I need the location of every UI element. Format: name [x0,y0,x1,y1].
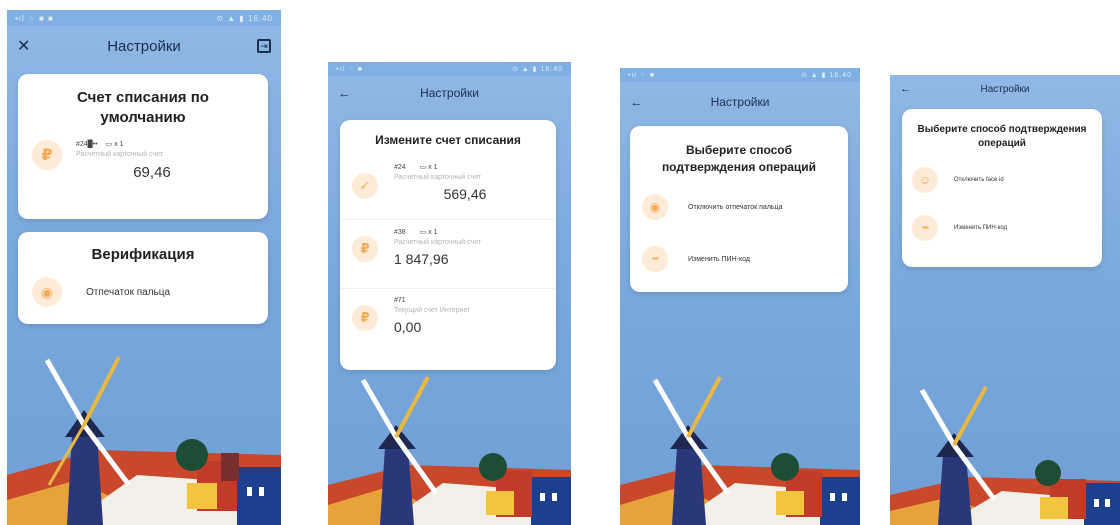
default-account-card[interactable]: Счет списания по умолчанию ₽ #24█•• ▭ x … [18,74,268,219]
windmill-illustration [328,376,571,525]
account-amount: 69,46 [133,164,171,181]
confirm-method-card: Выберите способ подтверждения операций ◉… [630,126,848,292]
cards-count: x 1 [114,141,124,148]
account-type: Расчетный карточный счет [394,174,482,181]
option-label: Отпечаток пальца [86,286,171,298]
screen-confirm-method-faceid: ← Настройки Выберите способ подтверждени… [890,75,1120,525]
card-title: Выберите способ подтверждения операций [661,143,817,174]
pin-option[interactable]: •••• Изменить ПИН-код [630,220,848,272]
status-right: ⊙ ▲ ▮ 16:40 [801,72,852,79]
account-number: #38 [394,229,406,236]
face-id-icon: ☺ [912,167,938,193]
ruble-icon: ₽ [32,140,62,170]
card-icon: ▭ [419,229,427,236]
status-right: ⊙ ▲ ▮ 16:40 [512,66,563,73]
option-label: Изменить ПИН-код [954,225,1008,231]
status-bar: •ıl ⁘ ■ ■ ⊙ ▲ ▮ 16:40 [7,10,281,26]
account-row[interactable]: ₽ #24█•• ▭ x 1 Расчетный карточный счет … [18,128,268,181]
cards-count: x 1 [428,164,438,171]
account-option[interactable]: ₽ #71 Текущий счет Интернет 0,00 [340,289,556,341]
page-title: Настройки [107,37,181,55]
faceid-option[interactable]: ☺ Отключить face id [902,151,1102,193]
status-right: ⊙ ▲ ▮ 16:40 [216,13,273,23]
account-number: #24█•• [76,141,98,148]
top-bar: ← Настройки [620,82,860,122]
close-icon[interactable]: ✕ [17,36,30,56]
card-icon: ▭ [105,141,113,148]
card-title: Счет списания по умолчанию [77,89,209,126]
account-number: #24 [394,164,406,171]
ruble-icon: ₽ [352,305,378,331]
card-title: Выберите способ подтверждения операций [917,124,1087,149]
windmill-illustration [620,376,860,525]
screen-settings-main: •ıl ⁘ ■ ■ ⊙ ▲ ▮ 16:40 ✕ Настройки ⇥ Счет… [7,10,281,525]
change-account-card: Измените счет списания ✓ #24 ▭ x 1 Расче… [340,120,556,370]
fingerprint-option[interactable]: ◉ Отключить отпечаток пальца [630,176,848,220]
ruble-icon: ₽ [352,236,378,262]
top-bar: ← Настройки [890,75,1120,103]
card-icon: ▭ [419,164,427,171]
top-bar: ✕ Настройки ⇥ [7,26,281,66]
page-title: Настройки [420,86,479,100]
account-amount: 0,00 [394,319,422,335]
screen-change-account: •ıl ⁘ ■ ⊙ ▲ ▮ 16:40 ← Настройки Измените… [328,62,571,525]
back-arrow-icon[interactable]: ← [900,83,911,95]
fingerprint-icon: ◉ [642,194,668,220]
option-label: Отключить face id [954,177,1004,183]
top-bar: ← Настройки [328,76,571,110]
screen-confirm-method-fingerprint: •ıl ⁘ ■ ⊙ ▲ ▮ 16:40 ← Настройки Выберите… [620,68,860,525]
card-title: Измените счет списания [375,133,521,147]
option-label: Изменить ПИН-код [688,255,750,263]
status-left: •ıl ⁘ ■ [628,72,655,79]
page-title: Настройки [980,83,1030,95]
windmill-illustration [7,356,281,525]
pin-code-icon: •••• [642,246,668,272]
status-bar: •ıl ⁘ ■ ⊙ ▲ ▮ 16:40 [328,62,571,76]
account-type: Текущий счет Интернет [394,307,471,314]
cards-count: x 1 [428,229,438,236]
account-type: Расчетный карточный счет [76,151,164,158]
fingerprint-option[interactable]: ◉ Отпечаток пальца [18,263,268,307]
back-arrow-icon[interactable]: ← [630,95,643,110]
confirm-method-card: Выберите способ подтверждения операций ☺… [902,109,1102,267]
status-bar: •ıl ⁘ ■ ⊙ ▲ ▮ 16:40 [620,68,860,82]
page-title: Настройки [710,95,770,109]
pin-code-icon: •••• [912,215,938,241]
windmill-illustration [890,386,1120,525]
pin-option[interactable]: •••• Изменить ПИН-код [902,193,1102,241]
back-arrow-icon[interactable]: ← [338,86,351,101]
account-number: #71 [394,297,406,304]
option-label: Отключить отпечаток пальца [688,203,783,211]
account-amount: 569,46 [443,186,487,202]
exit-icon[interactable]: ⇥ [257,39,271,53]
account-option[interactable]: ₽ #38 ▭ x 1 Расчетный карточный счет 1 8… [340,220,556,288]
account-amount: 1 847,96 [394,251,449,267]
card-title: Верификация [91,246,195,263]
status-left: •ıl ⁘ ■ ■ [15,13,54,23]
account-type: Расчетный карточный счет [394,239,482,246]
verification-card: Верификация ◉ Отпечаток пальца [18,232,268,324]
check-icon: ✓ [352,173,378,199]
account-option[interactable]: ✓ #24 ▭ x 1 Расчетный карточный счет 569… [340,155,556,219]
fingerprint-icon: ◉ [32,277,62,307]
status-left: •ıl ⁘ ■ [336,66,363,73]
